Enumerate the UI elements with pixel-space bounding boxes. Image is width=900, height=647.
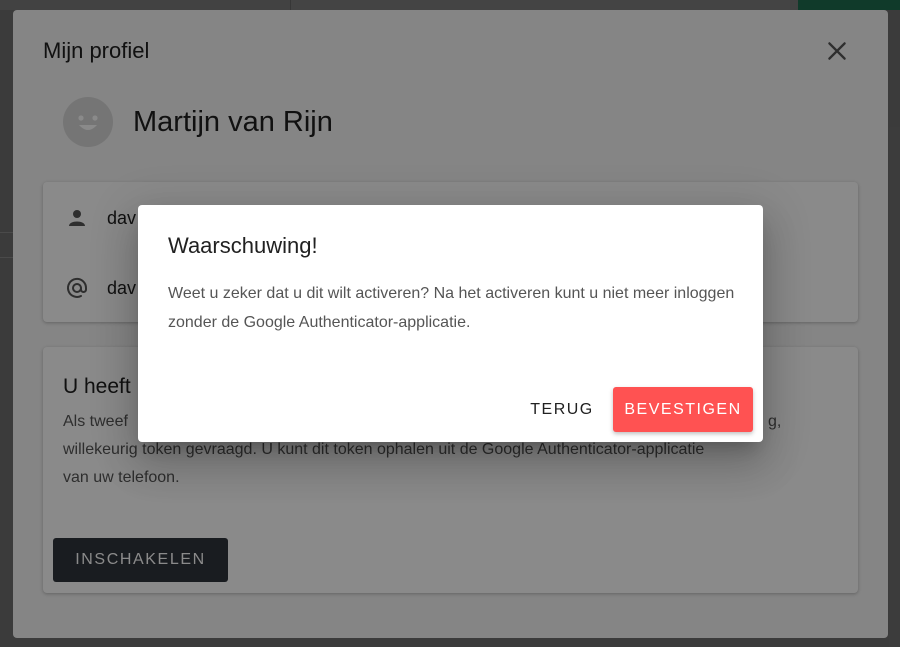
warning-dialog-title: Waarschuwing! bbox=[168, 233, 318, 258]
warning-dialog: Waarschuwing! Weet u zeker dat u dit wil… bbox=[138, 205, 763, 442]
confirm-button[interactable]: BEVESTIGEN bbox=[613, 387, 753, 432]
back-button[interactable]: TERUG bbox=[516, 387, 608, 432]
warning-dialog-text: Weet u zeker dat u dit wilt activeren? N… bbox=[168, 285, 735, 331]
